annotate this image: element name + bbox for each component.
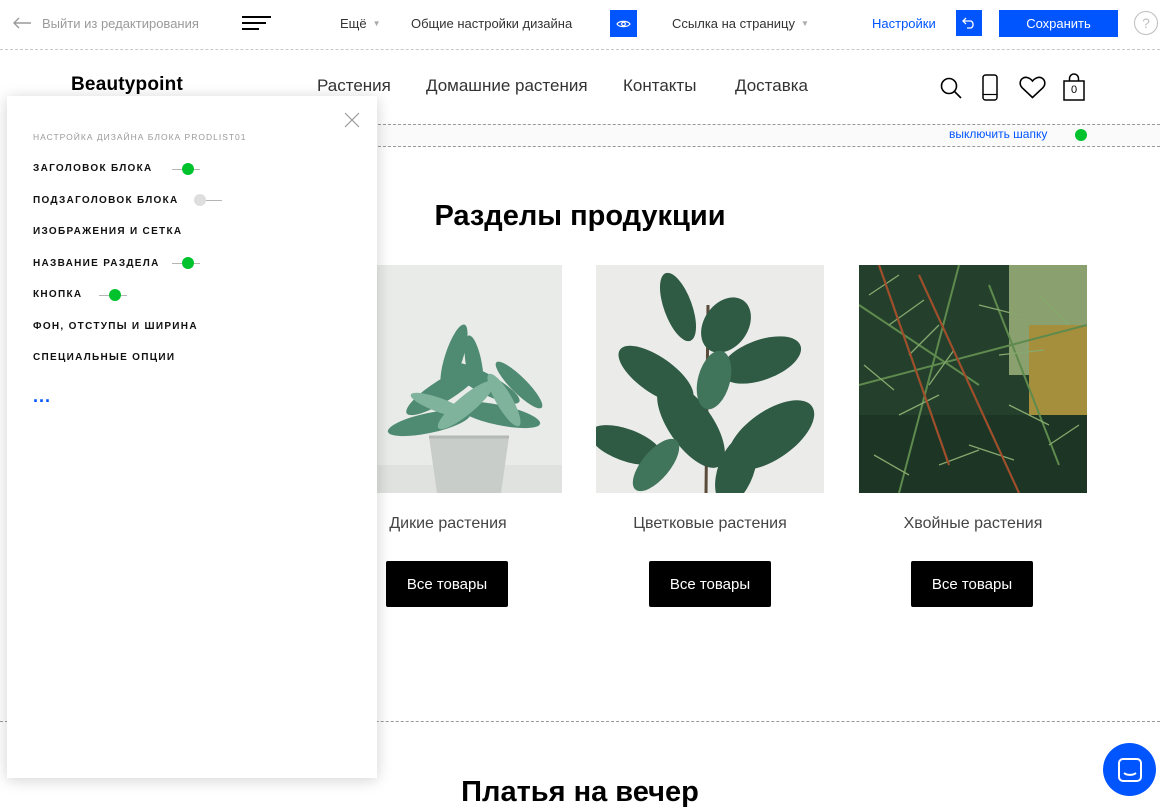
toggle-knob xyxy=(182,257,194,269)
card-image-flowering-plants[interactable] xyxy=(596,265,824,493)
option-section-name[interactable]: НАЗВАНИЕ РАЗДЕЛА xyxy=(33,258,160,269)
design-settings-label: Общие настройки дизайна xyxy=(411,15,573,31)
more-dropdown[interactable]: Ещё ▼ xyxy=(340,0,381,46)
nav-item-contacts[interactable]: Контакты xyxy=(623,76,696,96)
card-button-conifer-plants[interactable]: Все товары xyxy=(911,561,1033,607)
save-label: Сохранить xyxy=(1026,16,1091,31)
more-options-link[interactable]: ... xyxy=(33,386,51,407)
toggle-knob xyxy=(182,163,194,175)
eye-icon xyxy=(616,20,631,27)
card-caption-flowering-plants[interactable]: Цветковые растения xyxy=(596,515,824,533)
close-icon[interactable] xyxy=(344,112,360,128)
toggle-block-title[interactable] xyxy=(172,163,200,175)
option-block-title[interactable]: ЗАГОЛОВОК БЛОКА xyxy=(33,163,153,174)
option-background-padding-width[interactable]: ФОН, ОТСТУПЫ И ШИРИНА xyxy=(33,321,198,332)
menu-button[interactable] xyxy=(242,0,272,46)
nav-item-plants[interactable]: Растения xyxy=(317,76,391,96)
help-button[interactable]: ? xyxy=(1134,11,1158,35)
option-images-grid[interactable]: ИЗОБРАЖЕНИЯ И СЕТКА xyxy=(33,226,182,237)
toggle-block-subtitle[interactable] xyxy=(194,194,222,206)
more-label: Ещё xyxy=(340,15,367,31)
toggle-button[interactable] xyxy=(99,289,127,301)
editor-toolbar: Выйти из редактирования Ещё ▼ Общие наст… xyxy=(0,0,1160,50)
page-link-dropdown[interactable]: Ссылка на страницу ▼ xyxy=(672,0,809,46)
help-icon: ? xyxy=(1142,15,1150,31)
toggle-section-name[interactable] xyxy=(172,257,200,269)
design-settings-link[interactable]: Общие настройки дизайна xyxy=(411,0,572,46)
pine-image xyxy=(859,265,1087,493)
caret-down-icon: ▼ xyxy=(372,18,381,28)
cart-count: 0 xyxy=(1070,84,1078,96)
exit-edit-link[interactable]: Выйти из редактирования xyxy=(12,0,199,46)
block-design-panel: НАСТРОЙКА ДИЗАЙНА БЛОКА PRODLIST01 ЗАГОЛ… xyxy=(7,96,377,778)
exit-edit-label: Выйти из редактирования xyxy=(42,15,199,31)
option-block-subtitle[interactable]: ПОДЗАГОЛОВОК БЛОКА xyxy=(33,195,179,206)
undo-button[interactable] xyxy=(956,10,982,36)
preview-button[interactable] xyxy=(610,10,637,37)
card-button-wild-plants[interactable]: Все товары xyxy=(386,561,508,607)
card-caption-conifer-plants[interactable]: Хвойные растения xyxy=(859,515,1087,533)
save-button[interactable]: Сохранить xyxy=(999,10,1118,37)
option-special[interactable]: СПЕЦИАЛЬНЫЕ ОПЦИИ xyxy=(33,352,175,363)
caret-down-icon: ▼ xyxy=(800,18,809,28)
undo-icon xyxy=(962,17,974,29)
settings-label: Настройки xyxy=(872,15,936,31)
toggle-knob xyxy=(194,194,206,206)
toggle-knob xyxy=(109,289,121,301)
phone-icon[interactable] xyxy=(982,74,998,101)
settings-link[interactable]: Настройки xyxy=(872,0,936,46)
nav-item-delivery[interactable]: Доставка xyxy=(735,76,808,96)
ficus-image xyxy=(596,265,824,493)
arrow-left-icon xyxy=(13,17,31,29)
chat-icon xyxy=(1117,757,1142,782)
site-logo[interactable]: Beautypoint xyxy=(71,74,183,96)
card-button-flowering-plants[interactable]: Все товары xyxy=(649,561,771,607)
search-icon[interactable] xyxy=(940,77,962,99)
chat-button[interactable] xyxy=(1103,743,1156,796)
header-toggle-label[interactable]: выключить шапку xyxy=(949,127,1047,141)
hamburger-icon xyxy=(242,16,271,30)
next-section-title: Платья на вечер xyxy=(461,776,699,808)
card-image-conifer-plants[interactable] xyxy=(859,265,1087,493)
page-link-label: Ссылка на страницу xyxy=(672,15,795,31)
option-button[interactable]: КНОПКА xyxy=(33,289,82,300)
heart-icon[interactable] xyxy=(1019,76,1046,99)
nav-item-house-plants[interactable]: Домашние растения xyxy=(426,76,588,96)
panel-title: НАСТРОЙКА ДИЗАЙНА БЛОКА PRODLIST01 xyxy=(33,132,247,142)
header-toggle-switch[interactable] xyxy=(1075,129,1087,141)
